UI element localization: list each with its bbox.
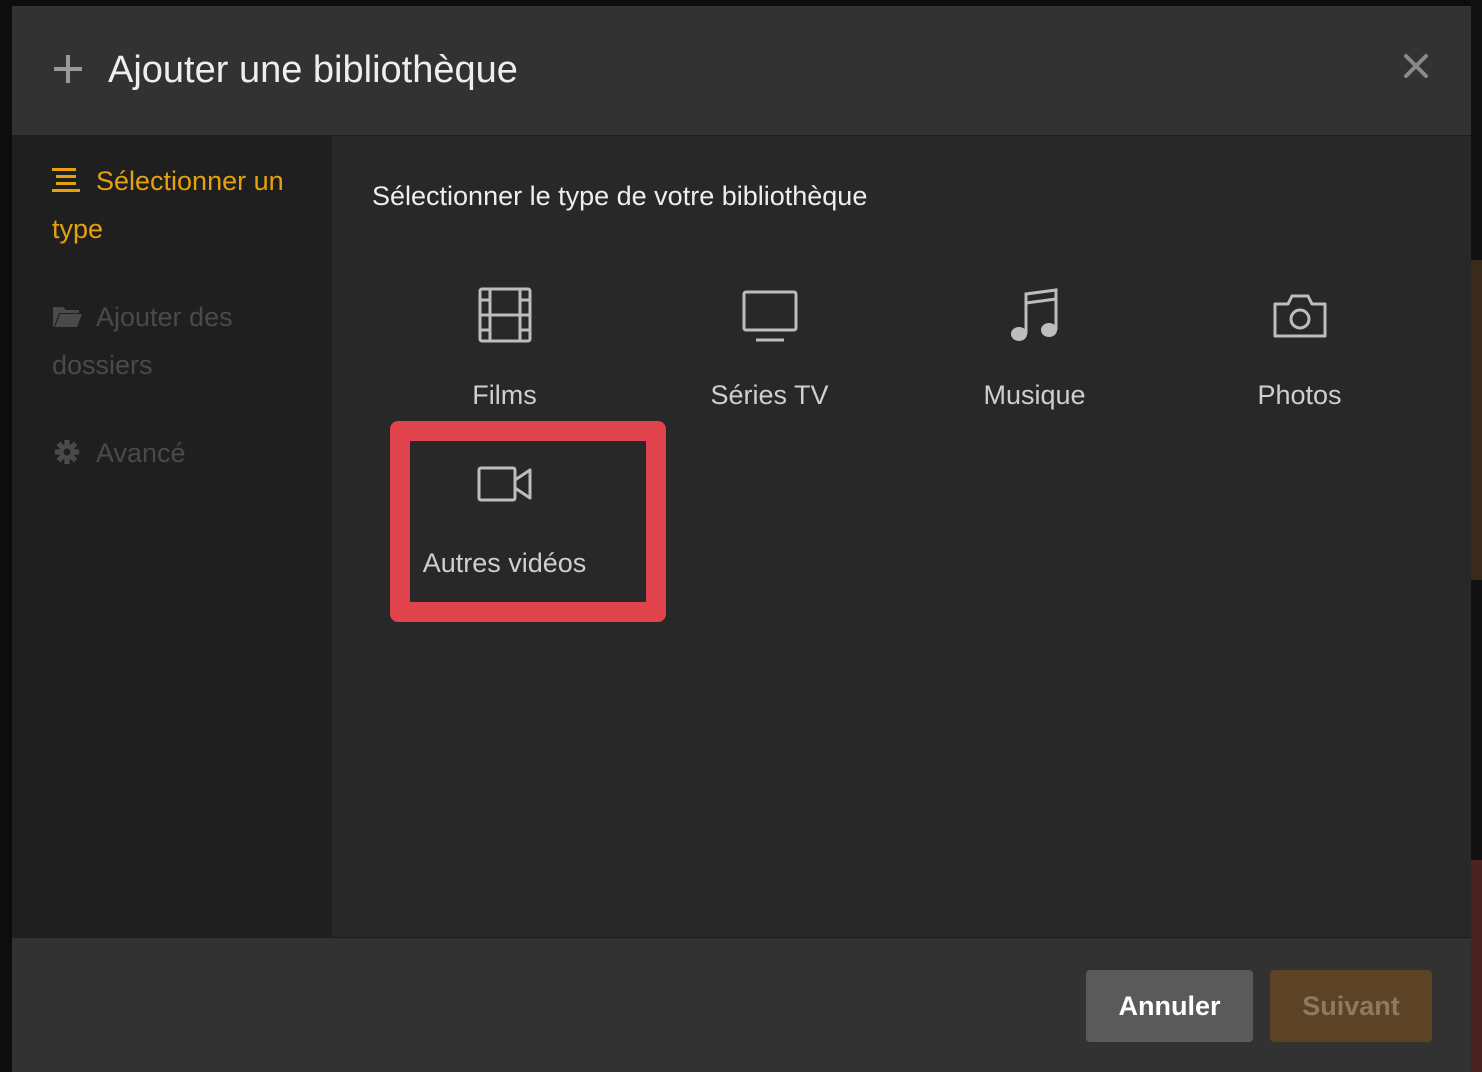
type-label: Musique	[983, 380, 1086, 410]
dialog-footer: Annuler Suivant	[12, 937, 1471, 1072]
plus-icon	[54, 55, 82, 83]
section-heading: Sélectionner le type de votre bibliothèq…	[372, 181, 868, 211]
folder-icon	[53, 307, 82, 327]
step-label: Avancé	[96, 438, 186, 468]
library-type-photos[interactable]: Photos	[1167, 286, 1432, 446]
cancel-button[interactable]: Annuler	[1086, 970, 1253, 1042]
step-select-type[interactable]: Sélectionner un type	[52, 157, 312, 253]
add-library-dialog: Ajouter une bibliothèque Sélectionner un…	[12, 6, 1471, 1072]
type-label: Séries TV	[710, 380, 829, 410]
gear-icon	[54, 439, 80, 465]
camera-icon	[1273, 294, 1326, 338]
step-advanced: Avancé	[52, 429, 312, 477]
list-icon	[52, 168, 80, 192]
background-poster	[1470, 260, 1482, 580]
type-selection-panel: Sélectionner le type de votre bibliothèq…	[332, 136, 1471, 937]
step-label: Sélectionner un type	[52, 166, 284, 244]
music-note-icon	[1010, 288, 1057, 341]
video-camera-icon	[477, 466, 531, 502]
tv-icon	[742, 290, 797, 342]
library-type-musique[interactable]: Musique	[902, 286, 1167, 446]
background-poster	[1470, 860, 1482, 1072]
type-label: Autres vidéos	[422, 548, 587, 578]
dialog-header: Ajouter une bibliothèque	[12, 6, 1471, 136]
library-type-autres-videos[interactable]: Autres vidéos	[372, 454, 637, 614]
library-type-series-tv[interactable]: Séries TV	[637, 286, 902, 446]
type-label: Films	[472, 380, 537, 410]
close-icon[interactable]	[1400, 50, 1432, 82]
film-icon	[478, 287, 531, 343]
type-label: Photos	[1257, 380, 1342, 410]
step-add-folders: Ajouter des dossiers	[52, 293, 312, 389]
wizard-steps-sidebar: Sélectionner un type Ajouter des dossier…	[12, 136, 332, 937]
dialog-title: Ajouter une bibliothèque	[108, 49, 518, 91]
next-button[interactable]: Suivant	[1270, 970, 1432, 1042]
